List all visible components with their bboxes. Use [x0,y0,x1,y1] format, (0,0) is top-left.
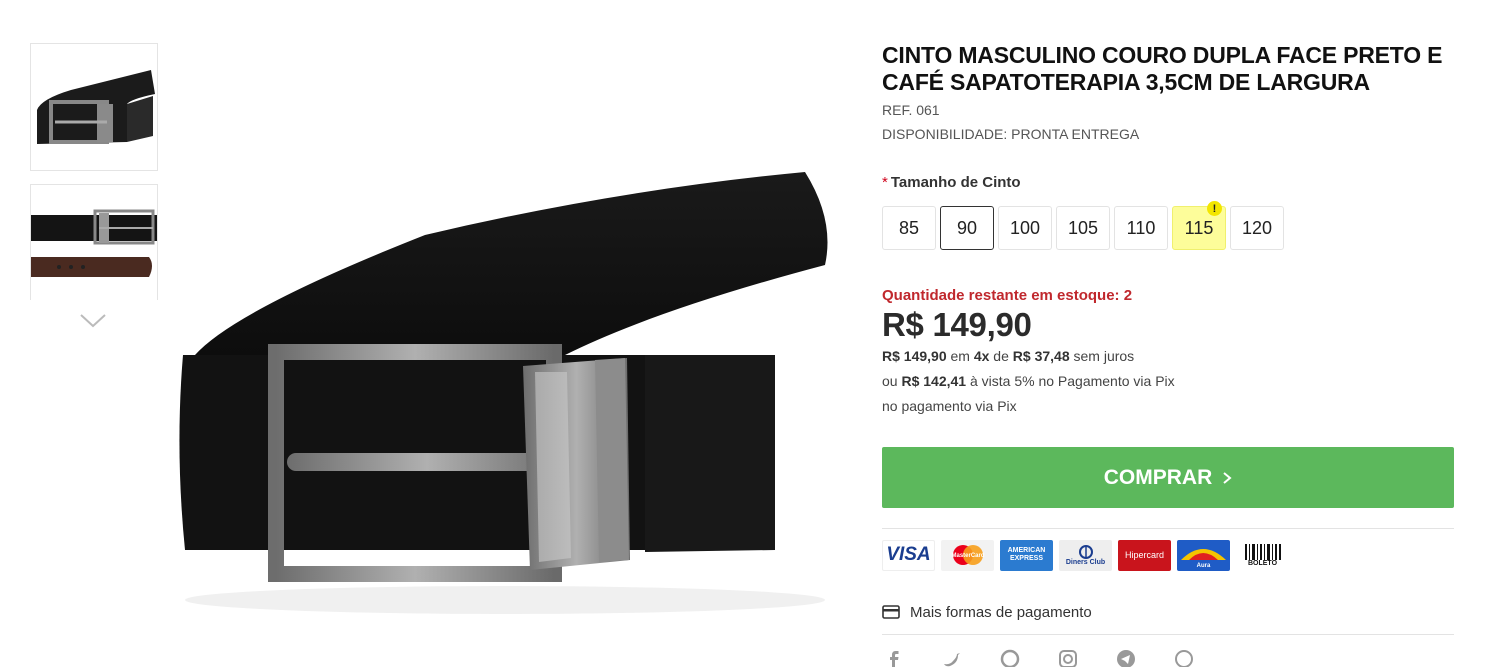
size-option-110[interactable]: 110 [1114,206,1168,250]
size-option-115[interactable]: 115 ! [1172,201,1226,250]
share-icons [882,649,1454,667]
boleto-label: BOLETO [1247,559,1278,567]
product-title: CINTO MASCULINO COURO DUPLA FACE PRETO E… [882,42,1443,95]
facebook-icon[interactable] [884,649,904,667]
more-payment-link[interactable]: Mais formas de pagamento [882,601,1454,623]
svg-text:MasterCard: MasterCard [951,553,984,559]
whatsapp-icon[interactable] [1174,649,1194,667]
pinterest-icon[interactable] [1000,649,1020,667]
size-option-115-label: 115 [1184,217,1214,238]
thumbnail-scroll-down-icon[interactable] [78,310,108,330]
low-stock-badge: ! [1207,201,1222,216]
buy-button-label: COMPRAR [1103,465,1213,489]
size-option-90[interactable]: 90 [940,206,994,250]
product-availability: DISPONIBILIDADE: PRONTA ENTREGA [882,126,1140,142]
installment-text: sem juros [1069,348,1135,364]
pix-note: no pagamento via Pix [882,398,1017,414]
size-option-105[interactable]: 105 [1056,206,1110,250]
stock-notice: Quantidade restante em estoque: 2 [882,287,1133,304]
product-main-image [179,172,828,614]
credit-card-icon [882,605,900,619]
more-payment-label: Mais formas de pagamento [910,603,1092,621]
visa-icon: VISA [882,539,935,571]
installment-text: em [946,348,974,364]
belt-reversible-thumbnail-image [31,209,157,277]
payment-methods: VISA MasterCard AMERICAN EXPRESS Diners … [882,539,1454,583]
pix-discount-info: ou R$ 142,41 à vista 5% no Pagamento via… [882,369,1454,394]
instagram-icon[interactable] [1058,649,1078,667]
product-reference: REF. 061 [882,102,940,118]
size-label: * Tamanho de Cinto [882,174,1454,191]
chevron-right-icon [1223,471,1232,484]
thumbnail-2[interactable] [30,184,158,300]
installment-value: R$ 37,48 [1012,348,1070,364]
diners-icon: Diners Club [1059,539,1112,571]
size-option-85[interactable]: 85 [882,206,936,250]
required-mark: * [882,174,888,191]
belt-thumbnail-image [37,70,155,144]
thumbnail-gallery [30,43,158,300]
mastercard-icon: MasterCard [941,539,994,571]
size-option-120[interactable]: 120 [1230,206,1284,250]
size-option-100[interactable]: 100 [998,206,1052,250]
size-label-text: Tamanho de Cinto [890,174,1021,191]
installment-info: R$ 149,90 em 4x de R$ 37,48 sem juros [882,344,1454,369]
aura-icon: Aura [1177,539,1230,571]
buy-button[interactable]: COMPRAR [882,447,1454,508]
divider [882,634,1454,635]
installment-total: R$ 149,90 [882,348,947,364]
boleto-icon: BOLETO [1236,539,1289,571]
amex-icon: AMERICAN EXPRESS [1000,539,1053,571]
diners-label: Diners Club [1065,558,1106,566]
twitter-icon[interactable] [942,649,962,667]
telegram-icon[interactable] [1116,649,1136,667]
pix-price: R$ 142,41 [901,373,967,389]
installment-count: 4x [973,348,990,364]
product-info: CINTO MASCULINO COURO DUPLA FACE PRETO E… [882,42,1454,667]
installment-text: de [989,348,1013,364]
thumbnail-1[interactable] [30,43,158,171]
size-options: 85 90 100 105 110 115 ! 120 [882,201,1454,250]
aura-label: Aura [1196,562,1211,569]
pix-text: ou [882,373,902,389]
pix-text: à vista 5% no Pagamento via Pix [966,373,1175,389]
product-price: R$ 149,90 [882,306,1032,343]
hipercard-icon: Hipercard [1118,539,1171,571]
divider [882,528,1454,529]
